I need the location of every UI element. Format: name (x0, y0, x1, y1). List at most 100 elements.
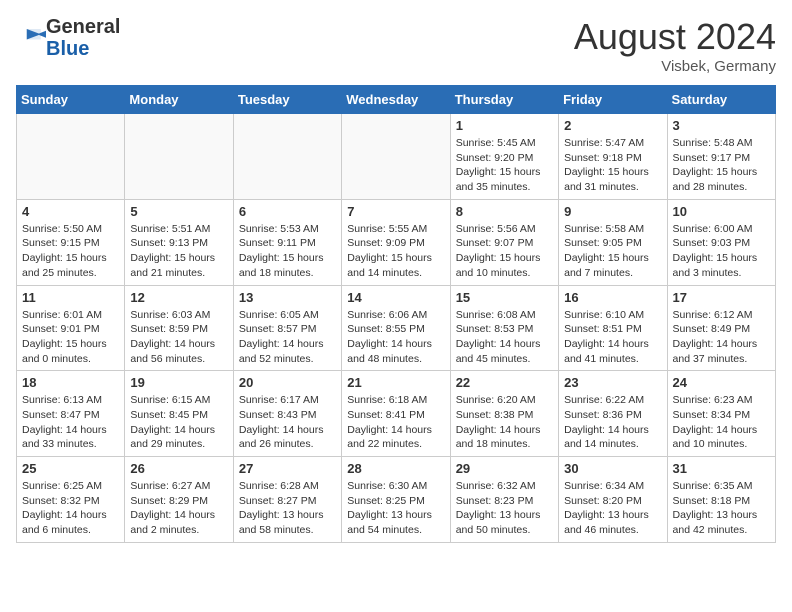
logo-blue: Blue (46, 38, 89, 60)
day-info: Sunrise: 6:12 AMSunset: 8:49 PMDaylight:… (673, 308, 770, 367)
calendar-cell: 10Sunrise: 6:00 AMSunset: 9:03 PMDayligh… (667, 199, 775, 285)
calendar-cell: 30Sunrise: 6:34 AMSunset: 8:20 PMDayligh… (559, 457, 667, 543)
day-info: Sunrise: 6:20 AMSunset: 8:38 PMDaylight:… (456, 393, 553, 452)
day-info: Sunrise: 6:03 AMSunset: 8:59 PMDaylight:… (130, 308, 227, 367)
day-info: Sunrise: 5:51 AMSunset: 9:13 PMDaylight:… (130, 222, 227, 281)
day-info: Sunrise: 6:30 AMSunset: 8:25 PMDaylight:… (347, 479, 444, 538)
day-number: 4 (22, 204, 119, 219)
calendar-cell: 15 Sunrise: 6:08 AMSunset: 8:53 PMDayligh… (450, 285, 558, 371)
calendar-header: SundayMondayTuesdayWednesdayThursdayFrid… (17, 86, 776, 114)
day-number: 31 (673, 461, 770, 476)
day-info: Sunrise: 6:27 AMSunset: 8:29 PMDaylight:… (130, 479, 227, 538)
day-number: 19 (130, 375, 227, 390)
weekday-header: Thursday (450, 86, 558, 114)
calendar-cell: 1Sunrise: 5:45 AMSunset: 9:20 PMDaylight… (450, 114, 558, 200)
day-number: 14 (347, 290, 444, 305)
calendar-week-row: 18 Sunrise: 6:13 AMSunset: 8:47 PMDayligh… (17, 371, 776, 457)
day-number: 18 (22, 375, 119, 390)
calendar-cell: 28 Sunrise: 6:30 AMSunset: 8:25 PMDayligh… (342, 457, 450, 543)
day-number: 7 (347, 204, 444, 219)
calendar-cell: 27Sunrise: 6:28 AMSunset: 8:27 PMDayligh… (233, 457, 341, 543)
calendar-cell: 29Sunrise: 6:32 AMSunset: 8:23 PMDayligh… (450, 457, 558, 543)
calendar-cell: 6 Sunrise: 5:53 AMSunset: 9:11 PMDaylight… (233, 199, 341, 285)
calendar-cell: 16 Sunrise: 6:10 AMSunset: 8:51 PMDayligh… (559, 285, 667, 371)
weekday-header: Friday (559, 86, 667, 114)
calendar-cell: 7 Sunrise: 5:55 AMSunset: 9:09 PMDaylight… (342, 199, 450, 285)
calendar-cell: 19 Sunrise: 6:15 AMSunset: 8:45 PMDayligh… (125, 371, 233, 457)
calendar-cell: 24 Sunrise: 6:23 AMSunset: 8:34 PMDayligh… (667, 371, 775, 457)
logo-general: General (46, 16, 120, 38)
day-number: 20 (239, 375, 336, 390)
calendar-cell: 23Sunrise: 6:22 AMSunset: 8:36 PMDayligh… (559, 371, 667, 457)
calendar-cell (233, 114, 341, 200)
calendar-cell: 20 Sunrise: 6:17 AMSunset: 8:43 PMDayligh… (233, 371, 341, 457)
day-number: 16 (564, 290, 661, 305)
day-number: 15 (456, 290, 553, 305)
day-number: 21 (347, 375, 444, 390)
day-info: Sunrise: 5:47 AMSunset: 9:18 PMDaylight:… (564, 136, 661, 195)
location-title: Visbek, Germany (574, 58, 776, 75)
day-info: Sunrise: 5:58 AMSunset: 9:05 PMDaylight:… (564, 222, 661, 281)
weekday-header: Monday (125, 86, 233, 114)
calendar-cell: 3 Sunrise: 5:48 AMSunset: 9:17 PMDaylight… (667, 114, 775, 200)
calendar-cell: 13 Sunrise: 6:05 AMSunset: 8:57 PMDayligh… (233, 285, 341, 371)
day-number: 12 (130, 290, 227, 305)
header-row: SundayMondayTuesdayWednesdayThursdayFrid… (17, 86, 776, 114)
weekday-header: Tuesday (233, 86, 341, 114)
day-info: Sunrise: 6:34 AMSunset: 8:20 PMDaylight:… (564, 479, 661, 538)
day-info: Sunrise: 6:23 AMSunset: 8:34 PMDaylight:… (673, 393, 770, 452)
day-info: Sunrise: 6:05 AMSunset: 8:57 PMDaylight:… (239, 308, 336, 367)
logo: General Blue (16, 16, 120, 60)
calendar-cell: 26 Sunrise: 6:27 AMSunset: 8:29 PMDayligh… (125, 457, 233, 543)
day-info: Sunrise: 6:01 AMSunset: 9:01 PMDaylight:… (22, 308, 119, 367)
day-number: 26 (130, 461, 227, 476)
calendar-cell (342, 114, 450, 200)
weekday-header: Wednesday (342, 86, 450, 114)
calendar-cell: 12 Sunrise: 6:03 AMSunset: 8:59 PMDayligh… (125, 285, 233, 371)
calendar-cell: 21 Sunrise: 6:18 AMSunset: 8:41 PMDayligh… (342, 371, 450, 457)
calendar-cell: 8 Sunrise: 5:56 AMSunset: 9:07 PMDaylight… (450, 199, 558, 285)
weekday-header: Sunday (17, 86, 125, 114)
calendar-cell: 5Sunrise: 5:51 AMSunset: 9:13 PMDaylight… (125, 199, 233, 285)
day-info: Sunrise: 5:56 AMSunset: 9:07 PMDaylight:… (456, 222, 553, 281)
calendar-cell: 11 Sunrise: 6:01 AMSunset: 9:01 PMDayligh… (17, 285, 125, 371)
day-info: Sunrise: 6:15 AMSunset: 8:45 PMDaylight:… (130, 393, 227, 452)
day-info: Sunrise: 6:25 AMSunset: 8:32 PMDaylight:… (22, 479, 119, 538)
day-number: 28 (347, 461, 444, 476)
calendar-week-row: 25Sunrise: 6:25 AMSunset: 8:32 PMDayligh… (17, 457, 776, 543)
title-block: August 2024 Visbek, Germany (574, 16, 776, 75)
day-info: Sunrise: 5:53 AMSunset: 9:11 PMDaylight:… (239, 222, 336, 281)
logo-icon (18, 22, 46, 50)
day-number: 13 (239, 290, 336, 305)
calendar-cell: 14Sunrise: 6:06 AMSunset: 8:55 PMDayligh… (342, 285, 450, 371)
day-info: Sunrise: 5:55 AMSunset: 9:09 PMDaylight:… (347, 222, 444, 281)
calendar-cell: 4 Sunrise: 5:50 AMSunset: 9:15 PMDaylight… (17, 199, 125, 285)
day-number: 8 (456, 204, 553, 219)
day-info: Sunrise: 6:08 AMSunset: 8:53 PMDaylight:… (456, 308, 553, 367)
day-number: 10 (673, 204, 770, 219)
day-number: 6 (239, 204, 336, 219)
day-info: Sunrise: 6:22 AMSunset: 8:36 PMDaylight:… (564, 393, 661, 452)
day-number: 1 (456, 118, 553, 133)
day-number: 24 (673, 375, 770, 390)
day-info: Sunrise: 6:32 AMSunset: 8:23 PMDaylight:… (456, 479, 553, 538)
day-info: Sunrise: 5:50 AMSunset: 9:15 PMDaylight:… (22, 222, 119, 281)
day-number: 22 (456, 375, 553, 390)
day-info: Sunrise: 6:28 AMSunset: 8:27 PMDaylight:… (239, 479, 336, 538)
day-info: Sunrise: 5:48 AMSunset: 9:17 PMDaylight:… (673, 136, 770, 195)
day-info: Sunrise: 6:35 AMSunset: 8:18 PMDaylight:… (673, 479, 770, 538)
month-title: August 2024 (574, 16, 776, 58)
calendar-cell: 25Sunrise: 6:25 AMSunset: 8:32 PMDayligh… (17, 457, 125, 543)
day-info: Sunrise: 6:17 AMSunset: 8:43 PMDaylight:… (239, 393, 336, 452)
day-info: Sunrise: 6:18 AMSunset: 8:41 PMDaylight:… (347, 393, 444, 452)
day-info: Sunrise: 6:13 AMSunset: 8:47 PMDaylight:… (22, 393, 119, 452)
day-number: 3 (673, 118, 770, 133)
calendar-cell: 2Sunrise: 5:47 AMSunset: 9:18 PMDaylight… (559, 114, 667, 200)
calendar-cell: 22 Sunrise: 6:20 AMSunset: 8:38 PMDayligh… (450, 371, 558, 457)
day-number: 11 (22, 290, 119, 305)
day-info: Sunrise: 6:10 AMSunset: 8:51 PMDaylight:… (564, 308, 661, 367)
day-number: 9 (564, 204, 661, 219)
calendar-cell: 9 Sunrise: 5:58 AMSunset: 9:05 PMDaylight… (559, 199, 667, 285)
calendar-cell (17, 114, 125, 200)
calendar-cell: 18 Sunrise: 6:13 AMSunset: 8:47 PMDayligh… (17, 371, 125, 457)
